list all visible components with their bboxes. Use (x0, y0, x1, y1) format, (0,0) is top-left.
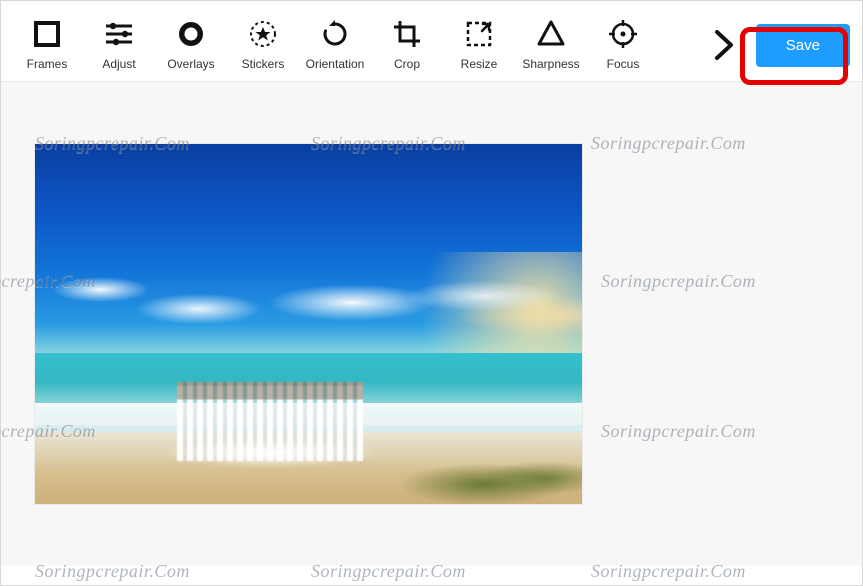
tool-label: Adjust (102, 57, 135, 71)
crop-icon (392, 19, 422, 49)
tool-orientation[interactable]: Orientation (299, 19, 371, 71)
frames-icon (32, 19, 62, 49)
image-preview[interactable] (35, 144, 582, 504)
canvas-area (1, 82, 862, 566)
overlays-icon (176, 19, 206, 49)
preview-clouds (35, 238, 582, 368)
save-button[interactable]: Save (756, 24, 850, 67)
tool-stickers[interactable]: Stickers (227, 19, 299, 71)
tool-label: Focus (607, 57, 640, 71)
chevron-right-icon (713, 28, 735, 62)
resize-icon (464, 19, 494, 49)
focus-icon (608, 19, 638, 49)
tool-adjust[interactable]: Adjust (83, 19, 155, 71)
tool-crop[interactable]: Crop (371, 19, 443, 71)
tool-focus[interactable]: Focus (587, 19, 659, 71)
stickers-icon (248, 19, 278, 49)
save-container: Save (750, 24, 856, 67)
tool-resize[interactable]: Resize (443, 19, 515, 71)
preview-waterfall (177, 382, 363, 461)
image-editor-app: Frames Adjust Overlays (0, 0, 863, 586)
tool-label: Sharpness (522, 57, 579, 71)
orientation-icon (320, 19, 350, 49)
editor-toolbar: Frames Adjust Overlays (1, 1, 862, 82)
tool-label: Frames (27, 57, 68, 71)
tool-label: Orientation (306, 57, 365, 71)
tool-overlays[interactable]: Overlays (155, 19, 227, 71)
tool-label: Overlays (167, 57, 214, 71)
sharpness-icon (536, 19, 566, 49)
tool-label: Resize (461, 57, 498, 71)
tool-frames[interactable]: Frames (11, 19, 83, 71)
tool-label: Stickers (242, 57, 285, 71)
toolbar-scroll-right[interactable] (704, 21, 744, 69)
tool-label: Crop (394, 57, 420, 71)
adjust-icon (104, 19, 134, 49)
tool-sharpness[interactable]: Sharpness (515, 19, 587, 71)
